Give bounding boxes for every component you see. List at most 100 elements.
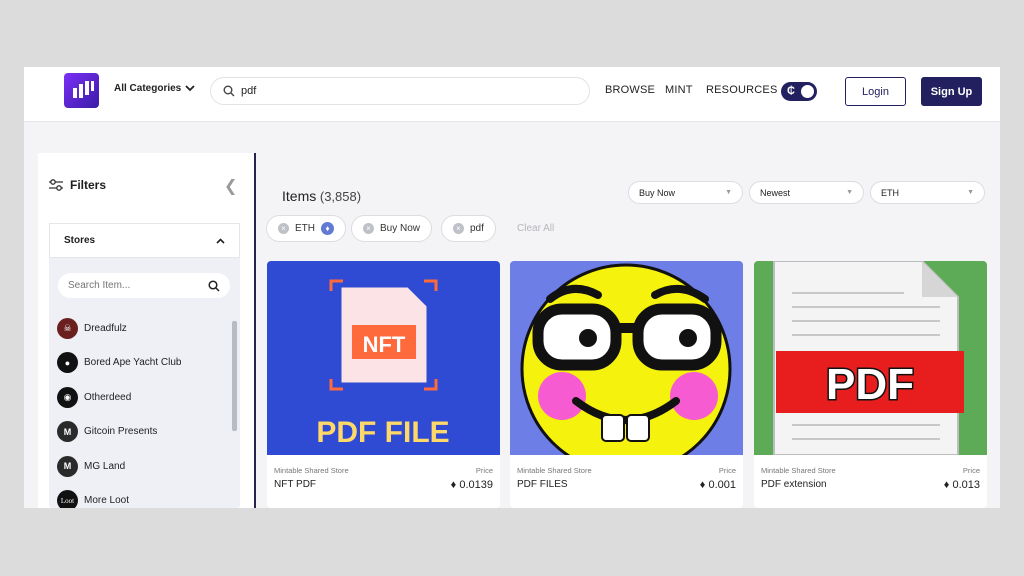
ape-avatar-icon: ●	[57, 352, 78, 374]
card-store-name: Mintable Shared Store	[274, 466, 349, 475]
card-price-label: Price	[475, 466, 493, 475]
nav-browse[interactable]: BROWSE	[605, 84, 655, 96]
store-item-otherdeed[interactable]: ◉ Otherdeed	[57, 380, 222, 415]
store-name: Dreadfulz	[84, 322, 127, 334]
filter-chip-buy-now[interactable]: × Buy Now	[351, 215, 433, 242]
login-button[interactable]: Login	[845, 77, 906, 106]
card-item-name: PDF extension	[761, 479, 827, 490]
store-item-dreadfulz[interactable]: ☠ Dreadfulz	[57, 311, 222, 346]
m-avatar-icon: M	[57, 421, 78, 443]
card-price-label: Price	[718, 466, 736, 475]
store-list-scrollbar[interactable]	[232, 313, 237, 508]
card-price: ♦ 0.013	[944, 479, 980, 491]
card-price-label: Price	[962, 466, 980, 475]
skull-avatar-icon: ☠	[57, 317, 78, 339]
store-search-box[interactable]	[58, 273, 230, 298]
items-heading: Items (3,858)	[282, 188, 361, 204]
filter-chip-eth[interactable]: × ETH ♦	[266, 215, 346, 242]
eth-icon: ♦	[450, 479, 457, 491]
otherdeed-avatar-icon: ◉	[57, 386, 78, 408]
nft-card[interactable]: NFT PDF FILE Mintable Shared Store Price…	[267, 261, 500, 508]
store-item-bored-ape-yacht-club[interactable]: ● Bored Ape Yacht Club	[57, 346, 222, 381]
chip-label: Buy Now	[380, 223, 421, 234]
store-name: More Loot	[84, 495, 130, 507]
clear-all-link[interactable]: Clear All	[517, 223, 554, 234]
stores-panel: Stores ☠ Dreadfulz ● Bored Ape Yacht Clu…	[49, 223, 240, 508]
sliders-icon	[49, 179, 63, 191]
remove-filter-icon[interactable]: ×	[363, 223, 374, 234]
sort-order-value: Newest	[760, 187, 791, 198]
nft-pdf-artwork: NFT PDF FILE	[267, 261, 500, 455]
store-name: Otherdeed	[84, 391, 132, 403]
card-price-value: 0.0139	[459, 479, 493, 491]
nav-resources[interactable]: RESOURCES	[706, 84, 777, 96]
eth-icon: ♦	[699, 479, 706, 491]
eth-icon: ♦	[943, 479, 950, 491]
filter-chip-pdf[interactable]: × pdf	[441, 215, 496, 242]
sale-type-value: Buy Now	[639, 187, 676, 198]
chevron-up-icon	[216, 237, 225, 244]
caret-down-icon: ▼	[846, 189, 853, 196]
currency-icon: ₵	[787, 85, 795, 97]
chip-label: pdf	[470, 223, 484, 234]
logo[interactable]	[64, 73, 99, 108]
caret-down-icon: ▼	[967, 189, 974, 196]
store-item-mg-land[interactable]: M MG Land	[57, 449, 222, 484]
items-count: (3,858)	[319, 189, 362, 204]
eth-icon: ♦	[321, 222, 334, 235]
card-item-name: NFT PDF	[274, 479, 317, 490]
store-list: ☠ Dreadfulz ● Bored Ape Yacht Club ◉ Oth…	[57, 311, 222, 508]
search-input[interactable]	[241, 85, 541, 97]
store-search-input[interactable]	[68, 280, 198, 291]
currency-value: ETH	[881, 187, 899, 198]
m-avatar-icon: M	[57, 455, 78, 477]
store-item-more-loot[interactable]: Loot More Loot	[57, 484, 222, 508]
nft-card[interactable]: PDF Mintable Shared Store Price PDF exte…	[754, 261, 987, 508]
category-label: All Categories	[114, 83, 182, 94]
signup-button[interactable]: Sign Up	[921, 77, 982, 106]
chip-label: ETH	[295, 223, 315, 234]
store-name: Bored Ape Yacht Club	[84, 357, 182, 369]
app-frame: All Categories BROWSE MINT RESOURCES ₵ L…	[24, 67, 1000, 508]
search-bar[interactable]	[210, 77, 590, 105]
remove-filter-icon[interactable]: ×	[453, 223, 464, 234]
sort-order-select[interactable]: Newest ▼	[749, 181, 864, 204]
top-header: All Categories BROWSE MINT RESOURCES ₵ L…	[24, 67, 1000, 122]
nav-mint[interactable]: MINT	[665, 84, 693, 96]
stores-label: Stores	[64, 235, 96, 246]
sale-type-select[interactable]: Buy Now ▼	[628, 181, 743, 204]
nft-card[interactable]: Mintable Shared Store Price PDF FILES ♦ …	[510, 261, 743, 508]
card-price-value: 0.013	[952, 479, 980, 491]
toggle-knob	[801, 85, 814, 98]
card-price: ♦ 0.0139	[451, 479, 493, 491]
scrollbar-thumb[interactable]	[232, 321, 237, 431]
card-price: ♦ 0.001	[700, 479, 736, 491]
collapse-sidebar-icon[interactable]: ❮	[224, 176, 237, 196]
search-icon	[208, 279, 220, 292]
store-item-gitcoin-presents[interactable]: M Gitcoin Presents	[57, 415, 222, 450]
search-icon	[223, 85, 235, 97]
currency-select[interactable]: ETH ▼	[870, 181, 985, 204]
caret-down-icon: ▼	[725, 189, 732, 196]
remove-filter-icon[interactable]: ×	[278, 223, 289, 234]
nft-label: NFT	[363, 332, 406, 357]
filters-title: Filters	[70, 178, 107, 192]
store-name: MG Land	[84, 460, 126, 472]
pdf-document-artwork: PDF	[754, 261, 987, 455]
card-store-name: Mintable Shared Store	[517, 466, 592, 475]
card-item-name: PDF FILES	[517, 479, 568, 490]
card-store-name: Mintable Shared Store	[761, 466, 836, 475]
store-name: Gitcoin Presents	[84, 426, 158, 438]
pdf-file-label: PDF FILE	[316, 416, 449, 449]
pdf-label: PDF	[826, 360, 914, 409]
category-dropdown[interactable]: All Categories	[114, 83, 195, 94]
currency-toggle[interactable]: ₵	[781, 82, 817, 101]
items-label: Items	[282, 188, 317, 204]
filters-heading: Filters	[48, 178, 106, 192]
nerd-emoji-artwork	[510, 261, 743, 455]
card-price-value: 0.001	[708, 479, 736, 491]
loot-avatar-icon: Loot	[57, 490, 78, 508]
stores-section-header[interactable]: Stores	[49, 223, 240, 258]
filters-sidebar: Filters ❮ Stores ☠ Dreadfulz ● Bored Ape…	[38, 153, 256, 508]
chevron-down-icon	[185, 85, 195, 92]
